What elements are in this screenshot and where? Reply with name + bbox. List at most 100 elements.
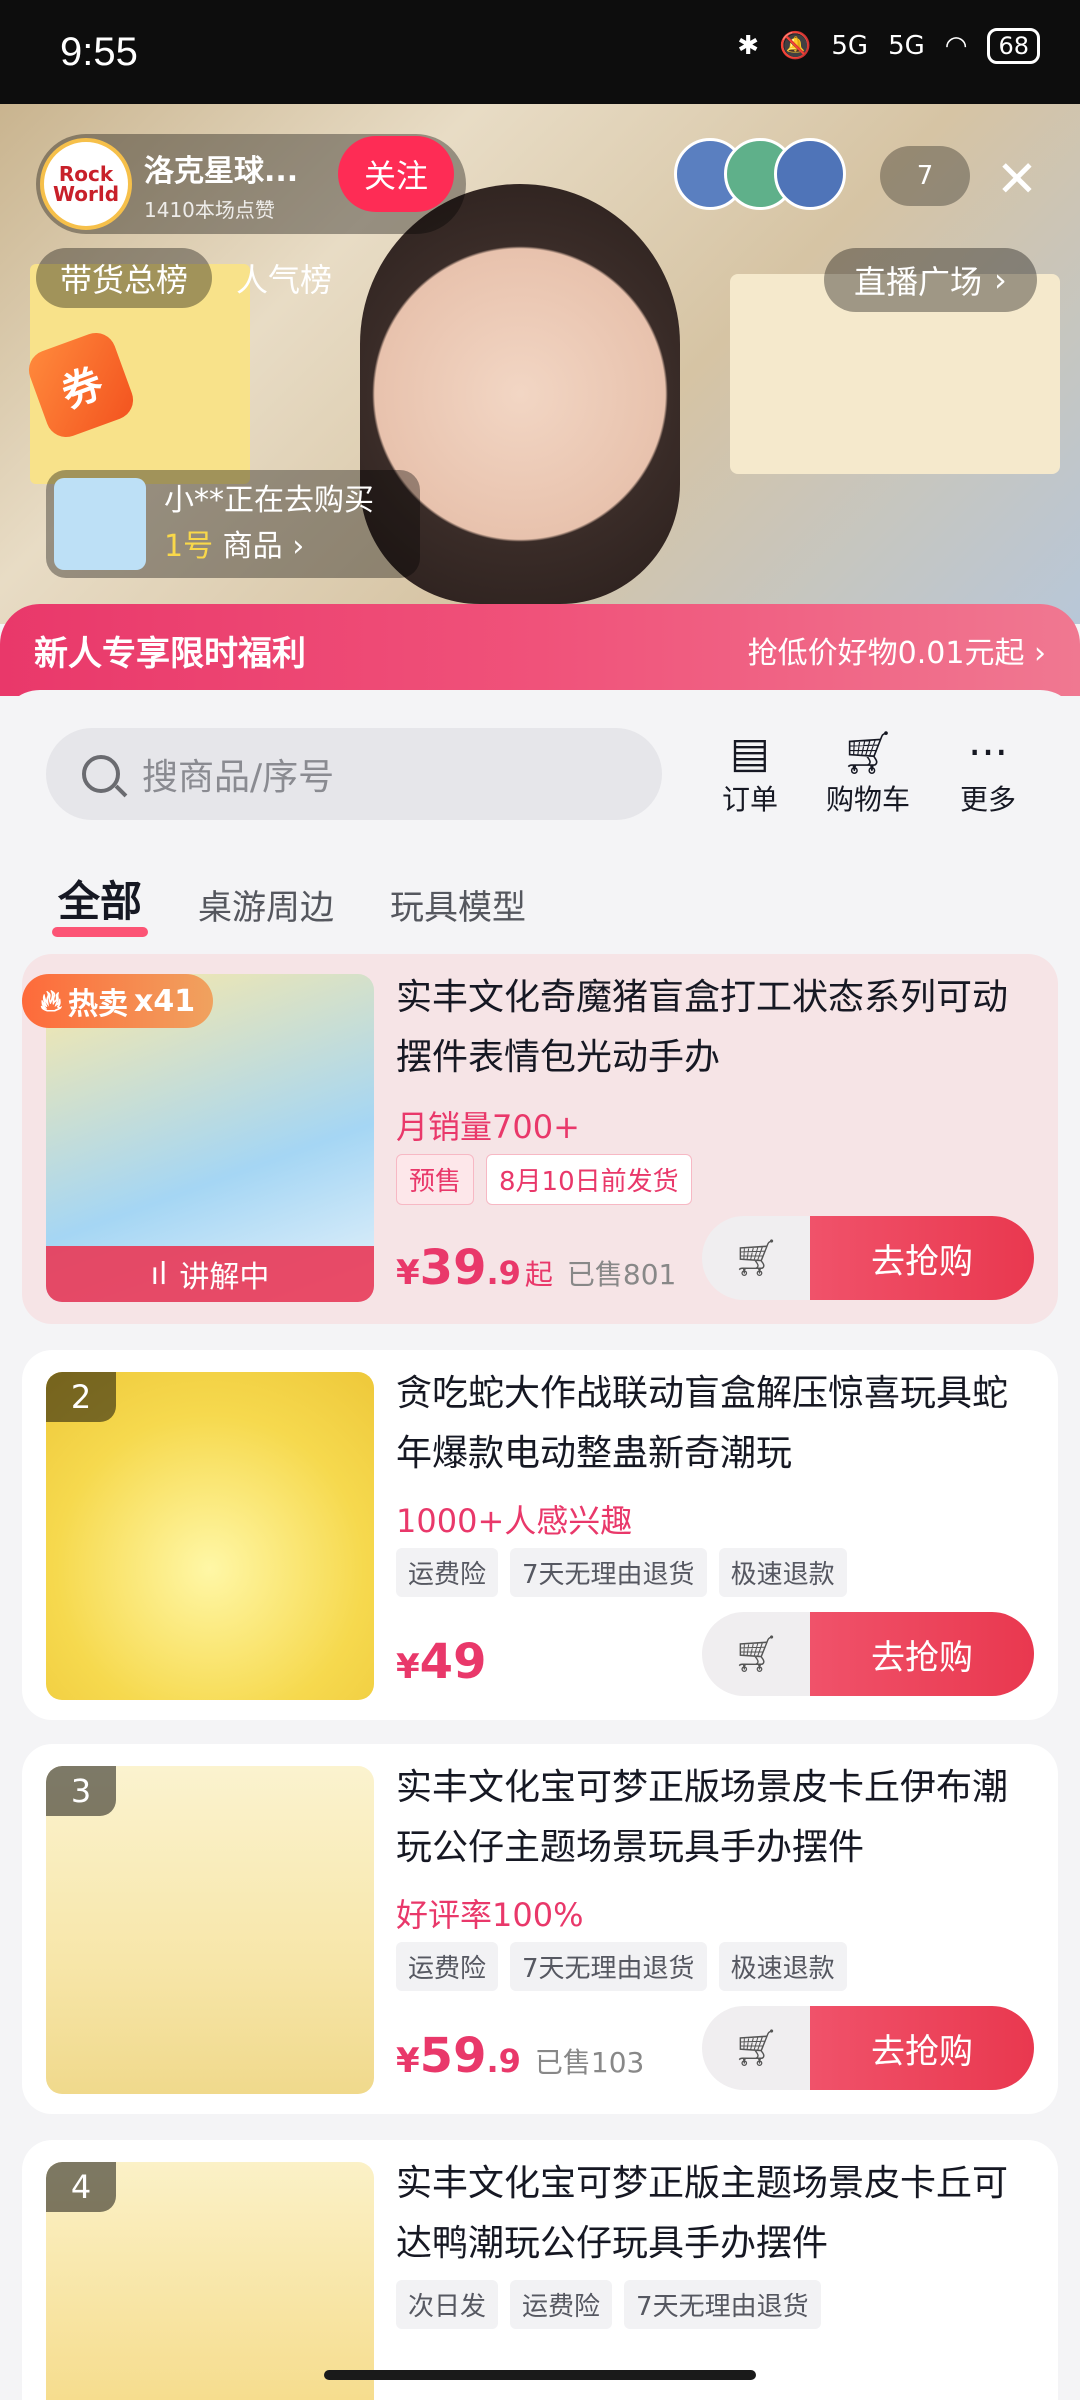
product-card[interactable]: 4 实丰文化宝可梦正版主题场景皮卡丘可达鸭潮玩公仔玩具手办摆件 次日发 运费险 … [22,2140,1058,2400]
product-title: 实丰文化宝可梦正版场景皮卡丘伊布潮玩公仔主题场景玩具手办摆件 [396,1767,1009,1868]
buyer-item: 商品 [222,529,283,564]
hot-label: 热卖 [68,987,129,1022]
fast-refund-tag: 极速退款 [718,1548,847,1597]
category-tabs: 全部 桌游周边 玩具模型 [51,868,526,937]
tab-board-games[interactable]: 桌游周边 [198,880,334,929]
shipping-insurance-tag: 运费险 [396,1548,499,1597]
close-icon[interactable]: ✕ [984,146,1050,212]
cart-button[interactable]: 🛒︎ 购物车 [818,728,918,818]
add-to-cart-icon[interactable]: 🛒︎ [702,1216,810,1300]
tab-all[interactable]: 全部 [51,868,149,937]
buy-controls: 🛒︎ 去抢购 [702,1612,1034,1696]
buy-controls: 🛒︎ 去抢购 [702,2006,1034,2090]
coupon-icon[interactable]: 券 [23,327,139,443]
signal-5g-icon: 5G [831,31,869,61]
add-to-cart-icon[interactable]: 🛒︎ [702,2006,810,2090]
cart-label: 购物车 [825,783,910,816]
live-plaza-button[interactable]: 直播广场 › [824,248,1037,312]
product-image: 2 [46,1372,374,1700]
product-price: ¥59.9 已售103 [396,2028,644,2084]
price-suffix: 起 [524,1258,553,1291]
buy-now-button[interactable]: 去抢购 [810,1612,1034,1696]
product-sales: 月销量700+ [396,1108,580,1146]
price-integer: 59 [419,2028,487,2084]
search-input[interactable]: 搜商品/序号 [46,728,662,820]
ship-date-tag: 8月10日前发货 [486,1154,692,1205]
buyer-notice[interactable]: 小**正在去购买 1号 商品 › [46,470,420,578]
price-integer: 39 [419,1240,487,1296]
bluetooth-icon: ✱ [737,31,759,61]
product-image: 4 [46,2162,374,2400]
home-indicator[interactable] [324,2370,756,2380]
order-icon: ▤ [730,728,770,777]
live-overlay: Rock World 洛克星球... 1410本场点赞 关注 7 ✕ 带货总榜 人… [0,104,1080,624]
tab-toy-models[interactable]: 玩具模型 [390,880,526,929]
price-integer: 49 [419,1634,487,1690]
presale-tag: 预售 [396,1154,475,1205]
sold-count: 已售103 [534,2046,645,2079]
chevron-right-icon: › [292,529,305,564]
viewer-avatar [774,138,846,210]
shipping-insurance-tag: 运费险 [396,1942,499,1991]
chevron-right-icon: › [994,261,1007,299]
currency-symbol: ¥ [396,2041,420,2081]
product-price: ¥49 [396,1634,486,1690]
return-policy-tag: 7天无理由退货 [510,1548,707,1597]
status-bar: 9:55 ✱ 🔕 5G 5G ◠ 68 [0,0,1080,104]
viewer-avatars[interactable] [674,138,846,210]
live-plaza-label: 直播广场 [854,263,983,301]
buy-controls: 🛒︎ 去抢购 [702,1216,1034,1300]
live-bars-icon: ıl [150,1256,168,1292]
product-panel: 搜商品/序号 ▤ 订单 🛒︎ 购物车 ··· 更多 全部 桌游周边 玩具模型 ıl 讲解… [0,690,1080,2400]
buy-now-button[interactable]: 去抢购 [810,2006,1034,2090]
signal-5g-icon: 5G [888,31,925,61]
product-rating: 好评率100% [396,1896,584,1934]
product-index: 4 [46,2162,116,2212]
live-label: 讲解中 [179,1260,270,1295]
promo-title: 新人专享限时福利 [34,633,306,674]
anchor-name: 洛克星球... [144,153,299,189]
product-image: 3 [46,1766,374,2094]
shipping-insurance-tag: 运费险 [510,2280,613,2329]
product-card[interactable]: ıl 讲解中 🔥︎ 热卖 x41 实丰文化奇魔猪盲盒打工状态系列可动摆件表情包光动手办… [22,954,1058,1324]
order-button[interactable]: ▤ 订单 [700,728,800,818]
more-label: 更多 [959,783,1016,816]
like-count: 1410本场点赞 [144,197,275,222]
fast-refund-tag: 极速退款 [718,1942,847,1991]
product-interest: 1000+人感兴趣 [396,1502,633,1540]
buyer-text: 小**正在去购买 [164,483,374,518]
order-label: 订单 [721,783,778,816]
follow-button[interactable]: 关注 [338,136,454,212]
return-policy-tag: 7天无理由退货 [510,1942,707,1991]
price-decimal: .9 [486,1254,521,1292]
battery-icon: 68 [987,28,1040,64]
add-to-cart-icon[interactable]: 🛒︎ [702,1612,810,1696]
promo-link[interactable]: 抢低价好物0.01元起 › [748,628,1046,672]
product-title: 实丰文化奇魔猪盲盒打工状态系列可动摆件表情包光动手办 [396,977,1009,1078]
buy-now-button[interactable]: 去抢购 [810,1216,1034,1300]
fire-icon: 🔥︎ [40,983,63,1019]
viewer-count[interactable]: 7 [880,146,970,206]
price-decimal: .9 [486,2042,521,2080]
product-title: 实丰文化宝可梦正版主题场景皮卡丘可达鸭潮玩公仔玩具手办摆件 [396,2163,1009,2264]
promo-link-label: 抢低价好物0.01元起 [747,636,1025,671]
product-index: 2 [46,1372,116,1422]
search-placeholder: 搜商品/序号 [142,757,335,798]
search-icon [82,755,120,793]
next-day-ship-tag: 次日发 [396,2280,499,2329]
anchor-avatar[interactable]: Rock World [40,138,132,230]
mute-icon: 🔕 [778,31,812,61]
rank-sales-button[interactable]: 带货总榜 [36,248,213,308]
cart-icon: 🛒︎ [841,728,895,777]
more-button[interactable]: ··· 更多 [938,728,1038,818]
new-user-banner[interactable]: 新人专享限时福利 抢低价好物0.01元起 › [0,604,1080,696]
buyer-number: 1号 [164,529,214,564]
wifi-icon: ◠ [944,31,968,61]
product-card[interactable]: 2 贪吃蛇大作战联动盲盒解压惊喜玩具蛇年爆款电动整蛊新奇潮玩 1000+人感兴趣… [22,1350,1058,1720]
product-price: ¥39.9 起已售801 [396,1240,676,1296]
product-card[interactable]: 3 实丰文化宝可梦正版场景皮卡丘伊布潮玩公仔主题场景玩具手办摆件 好评率100%… [22,1744,1058,2114]
rank-popularity-button[interactable]: 人气榜 [212,248,356,308]
status-time: 9:55 [60,30,138,74]
hot-badge: 🔥︎ 热卖 x41 [22,974,214,1028]
more-icon: ··· [967,728,1009,777]
